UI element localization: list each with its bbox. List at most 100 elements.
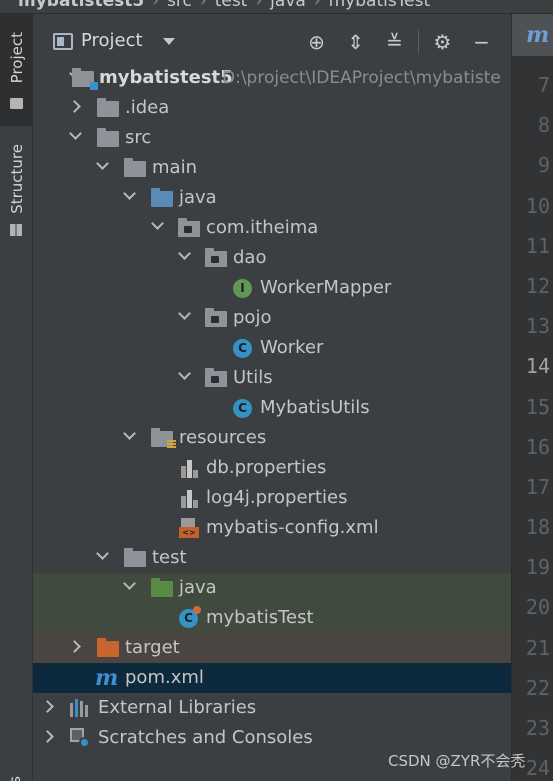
package-icon <box>205 308 227 327</box>
tree-node-label: mybatisTest <box>206 607 314 628</box>
resources-folder-icon <box>151 428 176 449</box>
chevron-down-icon[interactable] <box>123 577 136 590</box>
chevron-down-icon[interactable] <box>151 217 164 230</box>
package-icon <box>205 248 227 267</box>
project-view-icon <box>53 33 73 50</box>
chevron-right-icon[interactable] <box>68 100 81 113</box>
scratches-icon <box>70 728 90 748</box>
tree-node-label: .idea <box>125 97 170 118</box>
chevron-right-icon[interactable] <box>68 640 81 653</box>
line-number: 13 <box>525 314 550 339</box>
tree-node-mybatisutils[interactable]: C MybatisUtils <box>33 393 511 423</box>
breadcrumb-java[interactable]: java <box>270 0 306 11</box>
tree-node-dao[interactable]: dao <box>33 243 511 273</box>
breadcrumb-test[interactable]: test <box>215 0 248 11</box>
line-number: 23 <box>525 716 550 740</box>
gear-icon[interactable]: ⚙ <box>423 28 462 56</box>
tree-node-workermapper[interactable]: I WorkerMapper <box>33 273 511 303</box>
collapse-all-icon[interactable]: ≚ <box>375 28 414 56</box>
tree-node-package[interactable]: com.itheima <box>33 213 511 243</box>
chevron-right-icon[interactable] <box>41 700 54 713</box>
module-folder-icon <box>72 68 98 90</box>
tree-node-mybatis-config[interactable]: <> mybatis-config.xml <box>33 513 511 543</box>
tree-node-db-properties[interactable]: db.properties <box>33 453 511 483</box>
tree-node-worker[interactable]: C Worker <box>33 333 511 363</box>
breadcrumb-src[interactable]: src <box>167 0 192 11</box>
locate-file-icon[interactable]: ⊕ <box>297 28 336 56</box>
project-panel: Project ⊕ ⇕ ≚ ⚙ − mybatistest5 D:\projec… <box>33 14 511 781</box>
chevron-down-icon[interactable] <box>123 187 136 200</box>
chevron-down-icon[interactable] <box>163 38 175 45</box>
tree-node-label: java <box>179 577 217 598</box>
project-tree: mybatistest5 D:\project\IDEAProject\myba… <box>33 63 511 753</box>
line-number: 12 <box>525 273 550 298</box>
excluded-folder-icon <box>97 638 119 657</box>
properties-file-icon <box>181 458 199 478</box>
tree-node-scratches[interactable]: Scratches and Consoles <box>33 723 511 753</box>
chevron-down-icon[interactable] <box>178 247 191 260</box>
chevron-down-icon[interactable] <box>123 427 136 440</box>
folder-icon <box>97 98 119 117</box>
bookmarks-tool-label[interactable]: ks <box>6 776 24 781</box>
panel-header: Project ⊕ ⇕ ≚ ⚙ − <box>33 14 511 56</box>
expand-all-icon[interactable]: ⇕ <box>336 28 375 56</box>
tree-node-test[interactable]: test <box>33 543 511 573</box>
tree-node-java-main[interactable]: java <box>33 183 511 213</box>
maven-icon: m <box>526 22 550 48</box>
tree-node-target[interactable]: target <box>33 633 511 663</box>
class-icon: C <box>233 399 252 418</box>
panel-title[interactable]: Project <box>81 30 143 51</box>
tree-node-main[interactable]: main <box>33 153 511 183</box>
line-number: 19 <box>525 555 550 580</box>
line-numbers: 7 8 9 10 11 12 13 14 15 16 17 18 19 20 2… <box>512 65 553 781</box>
hide-panel-icon[interactable]: − <box>462 28 501 56</box>
folder-icon <box>97 128 119 147</box>
breadcrumb-root[interactable]: mybatistest5 <box>18 0 144 11</box>
line-number: 11 <box>525 233 550 258</box>
xml-file-icon: <> <box>179 518 199 538</box>
interface-icon: I <box>233 279 252 298</box>
chevron-down-icon[interactable] <box>178 367 191 380</box>
structure-icon <box>10 224 22 236</box>
tree-node-resources[interactable]: resources <box>33 423 511 453</box>
tree-node-label: WorkerMapper <box>260 277 392 298</box>
line-number: 15 <box>525 394 550 419</box>
navigation-breadcrumb: mybatistest5 › src › test › java › mybatisTest <box>0 0 553 14</box>
tree-node-pojo[interactable]: pojo <box>33 303 511 333</box>
tree-node-java-test[interactable]: java <box>33 573 511 603</box>
structure-tool-label: Structure <box>8 144 26 214</box>
chevron-down-icon[interactable] <box>96 157 109 170</box>
editor-tab[interactable]: m <box>512 14 553 56</box>
watermark: CSDN @ZYR不会秃 <box>388 752 526 770</box>
tree-node-utils[interactable]: Utils <box>33 363 511 393</box>
class-icon: C <box>233 339 252 358</box>
tree-node-log4j-properties[interactable]: log4j.properties <box>33 483 511 513</box>
line-number: 7 <box>537 73 550 97</box>
tree-node-src[interactable]: src <box>33 123 511 153</box>
breadcrumb-mybatistest[interactable]: mybatisTest <box>329 0 431 11</box>
folder-icon <box>10 98 23 109</box>
tree-node-external-libraries[interactable]: External Libraries <box>33 693 511 723</box>
tool-window-strip: Project Structure ks <box>0 14 33 781</box>
toolbar-divider <box>418 30 419 54</box>
tree-node-label: java <box>179 187 217 208</box>
chevron-down-icon[interactable] <box>178 307 191 320</box>
tree-node-label: dao <box>233 247 267 268</box>
line-number: 21 <box>525 635 550 660</box>
tree-node-pom[interactable]: m pom.xml <box>33 663 511 693</box>
tree-node-label: main <box>152 157 197 178</box>
folder-icon <box>124 158 146 177</box>
project-tool-button[interactable]: Project <box>0 14 33 126</box>
panel-toolbar: ⊕ ⇕ ≚ ⚙ − <box>297 28 501 56</box>
tree-node-idea[interactable]: .idea <box>33 93 511 123</box>
chevron-right-icon[interactable] <box>41 730 54 743</box>
tree-node-root[interactable]: mybatistest5 D:\project\IDEAProject\myba… <box>33 63 511 93</box>
line-number: 17 <box>525 474 550 499</box>
tree-node-path: D:\project\IDEAProject\mybatiste <box>222 68 501 88</box>
source-folder-icon <box>151 188 173 207</box>
tree-node-label: mybatis-config.xml <box>206 517 379 538</box>
chevron-down-icon[interactable] <box>96 547 109 560</box>
chevron-down-icon[interactable] <box>69 127 82 140</box>
tree-node-mybatistest[interactable]: C mybatisTest <box>33 603 511 633</box>
structure-tool-button[interactable]: Structure <box>0 136 33 246</box>
